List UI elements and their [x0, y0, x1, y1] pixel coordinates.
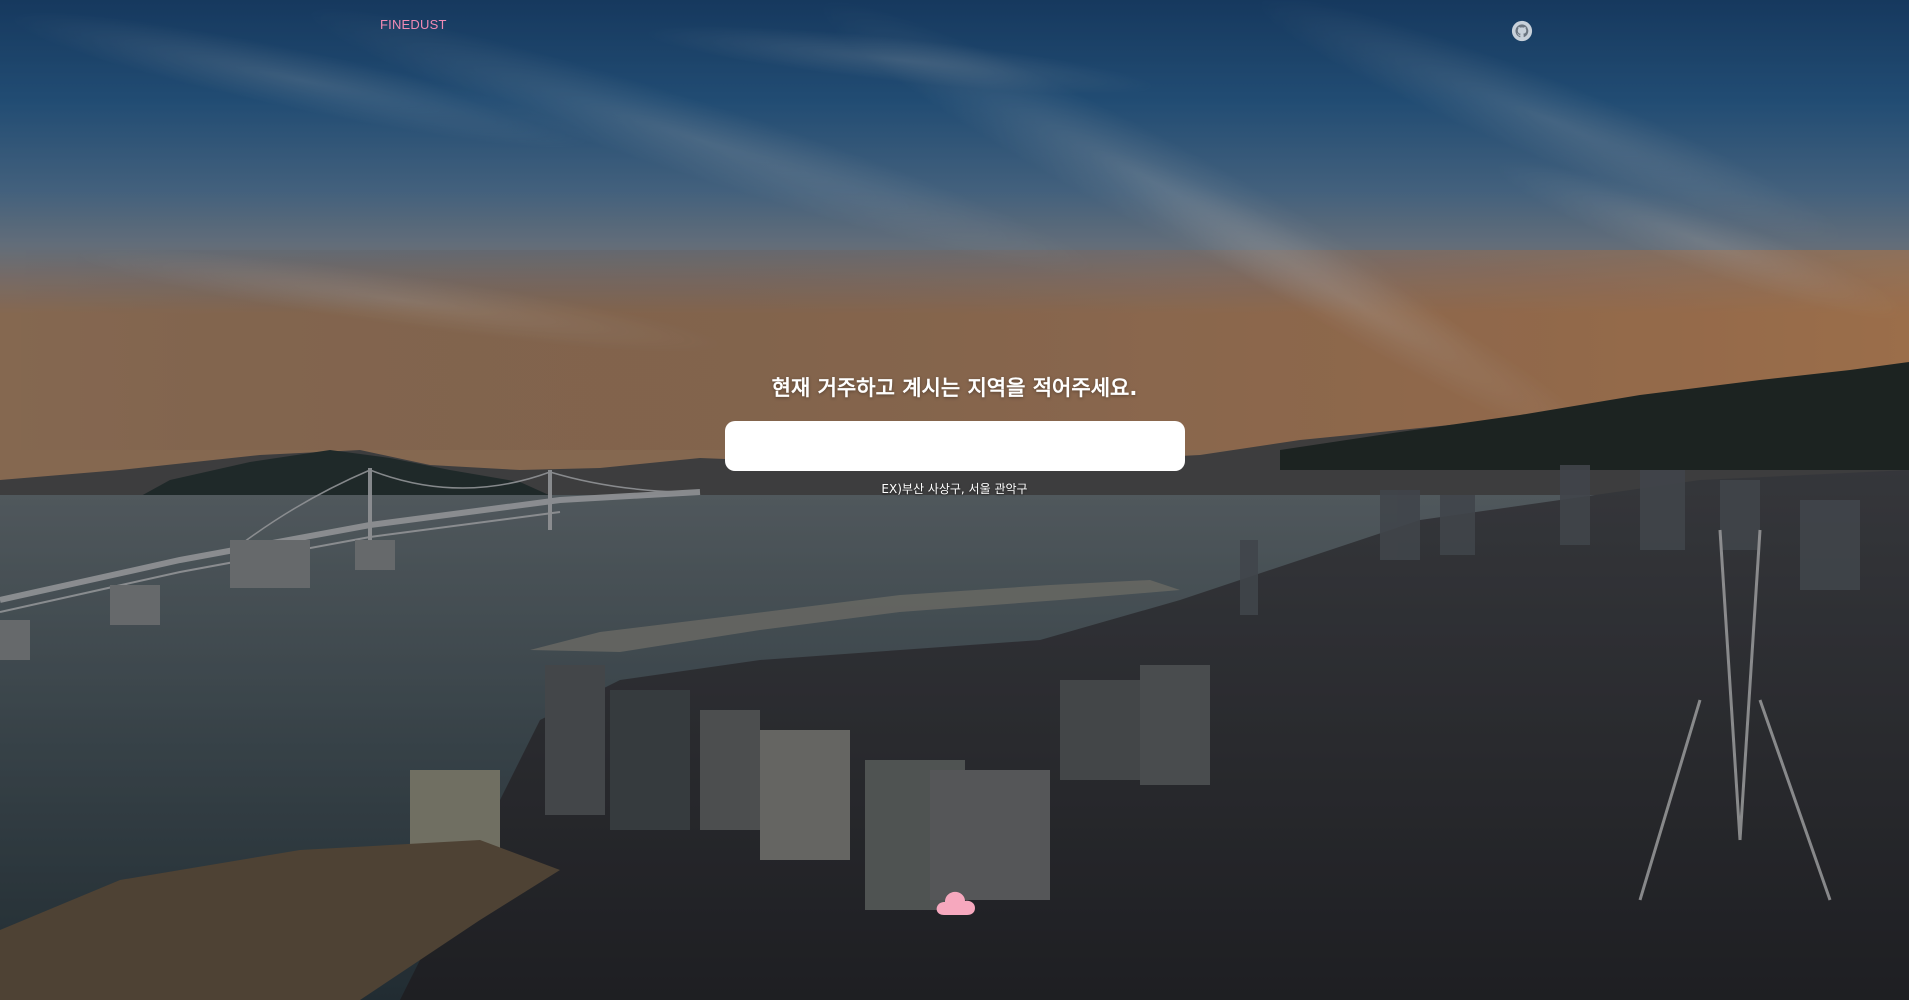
- brand-logo-link[interactable]: FINEDUST: [380, 17, 447, 32]
- github-icon[interactable]: [1511, 20, 1533, 42]
- top-nav: FINEDUST: [0, 0, 1909, 56]
- location-search-input[interactable]: [724, 421, 1185, 471]
- page: FINEDUST 현재 거주하고 계시는 지역을 적어주세요. EX)부산 사상…: [0, 0, 1909, 1000]
- background-image: [0, 0, 1909, 1000]
- location-prompt-heading: 현재 거주하고 계시는 지역을 적어주세요.: [771, 376, 1138, 400]
- cloud-icon[interactable]: [934, 889, 976, 917]
- search-section: 현재 거주하고 계시는 지역을 적어주세요. EX)부산 사상구, 서울 관악구: [0, 372, 1909, 497]
- location-example-hint: EX)부산 사상구, 서울 관악구: [881, 482, 1028, 496]
